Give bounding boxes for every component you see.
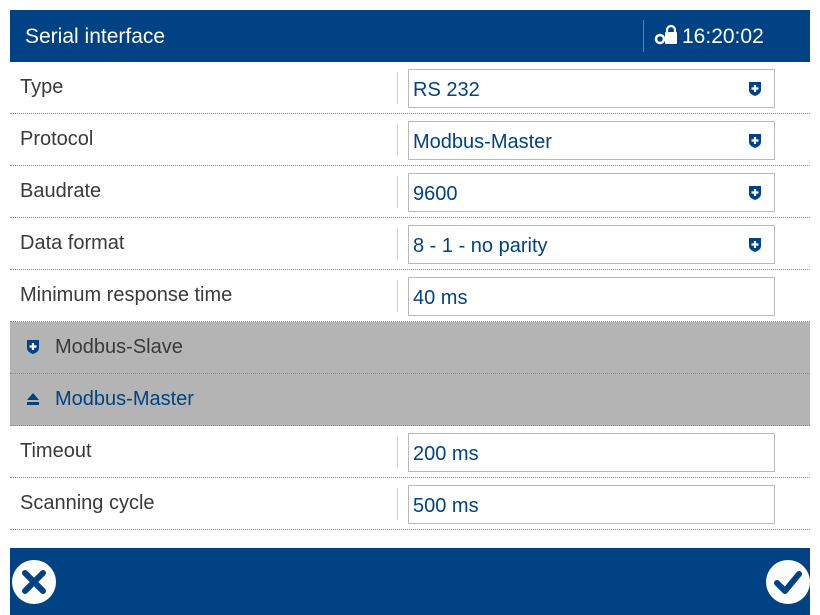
section-label: Modbus-Master <box>55 388 194 410</box>
check-circle-icon[interactable] <box>764 558 812 606</box>
page-title: Serial interface <box>25 25 166 48</box>
dropdown-value: RS 232 <box>413 79 480 101</box>
setting-label: Baudrate <box>20 180 102 202</box>
protocol-dropdown[interactable]: Modbus-Master <box>408 121 775 160</box>
min-response-time-input[interactable]: 40 ms <box>408 277 775 316</box>
row-divider <box>397 280 398 312</box>
dropdown-value: 8 - 1 - no parity <box>413 235 548 257</box>
dropdown-shield-icon <box>749 134 761 148</box>
section-modbus-slave[interactable]: Modbus-Slave <box>10 322 810 374</box>
title-separator <box>643 20 644 52</box>
setting-label: Protocol <box>20 128 94 150</box>
close-circle-icon[interactable] <box>10 558 58 606</box>
setting-row-min-response-time: Minimum response time 40 ms <box>10 270 810 322</box>
row-divider <box>397 488 398 520</box>
input-value: 40 ms <box>413 287 468 309</box>
settings-list: Type RS 232 Protocol Modbus-Master Baudr… <box>10 62 810 530</box>
row-divider <box>397 72 398 104</box>
dropdown-shield-icon <box>749 82 761 96</box>
setting-label: Type <box>20 76 64 98</box>
setting-row-scanning-cycle: Scanning cycle 500 ms <box>10 478 810 530</box>
dropdown-shield-icon <box>749 186 761 200</box>
setting-label: Timeout <box>20 440 92 462</box>
dropdown-value: 9600 <box>413 183 458 205</box>
clock: 16:20:02 <box>682 25 764 48</box>
input-value: 200 ms <box>413 443 479 465</box>
collapse-eject-icon <box>27 393 39 405</box>
action-bar <box>10 548 810 615</box>
lock-icon <box>654 24 677 45</box>
setting-label: Data format <box>20 232 125 254</box>
dropdown-shield-icon <box>749 238 761 252</box>
setting-row-protocol: Protocol Modbus-Master <box>10 114 810 166</box>
row-divider <box>397 124 398 156</box>
setting-label: Minimum response time <box>20 284 233 306</box>
row-divider <box>397 176 398 208</box>
data-format-dropdown[interactable]: 8 - 1 - no parity <box>408 225 775 264</box>
setting-label: Scanning cycle <box>20 492 155 514</box>
input-value: 500 ms <box>413 495 479 517</box>
dropdown-value: Modbus-Master <box>413 131 552 153</box>
row-divider <box>397 436 398 468</box>
type-dropdown[interactable]: RS 232 <box>408 69 775 108</box>
expand-shield-icon <box>27 340 39 354</box>
title-bar: Serial interface 16:20:02 <box>10 10 810 62</box>
setting-row-baudrate: Baudrate 9600 <box>10 166 810 218</box>
scanning-cycle-input[interactable]: 500 ms <box>408 485 775 524</box>
section-modbus-master[interactable]: Modbus-Master <box>10 374 810 426</box>
row-divider <box>397 228 398 260</box>
baudrate-dropdown[interactable]: 9600 <box>408 173 775 212</box>
setting-row-timeout: Timeout 200 ms <box>10 426 810 478</box>
setting-row-type: Type RS 232 <box>10 62 810 114</box>
timeout-input[interactable]: 200 ms <box>408 433 775 472</box>
setting-row-data-format: Data format 8 - 1 - no parity <box>10 218 810 270</box>
section-label: Modbus-Slave <box>55 336 183 358</box>
